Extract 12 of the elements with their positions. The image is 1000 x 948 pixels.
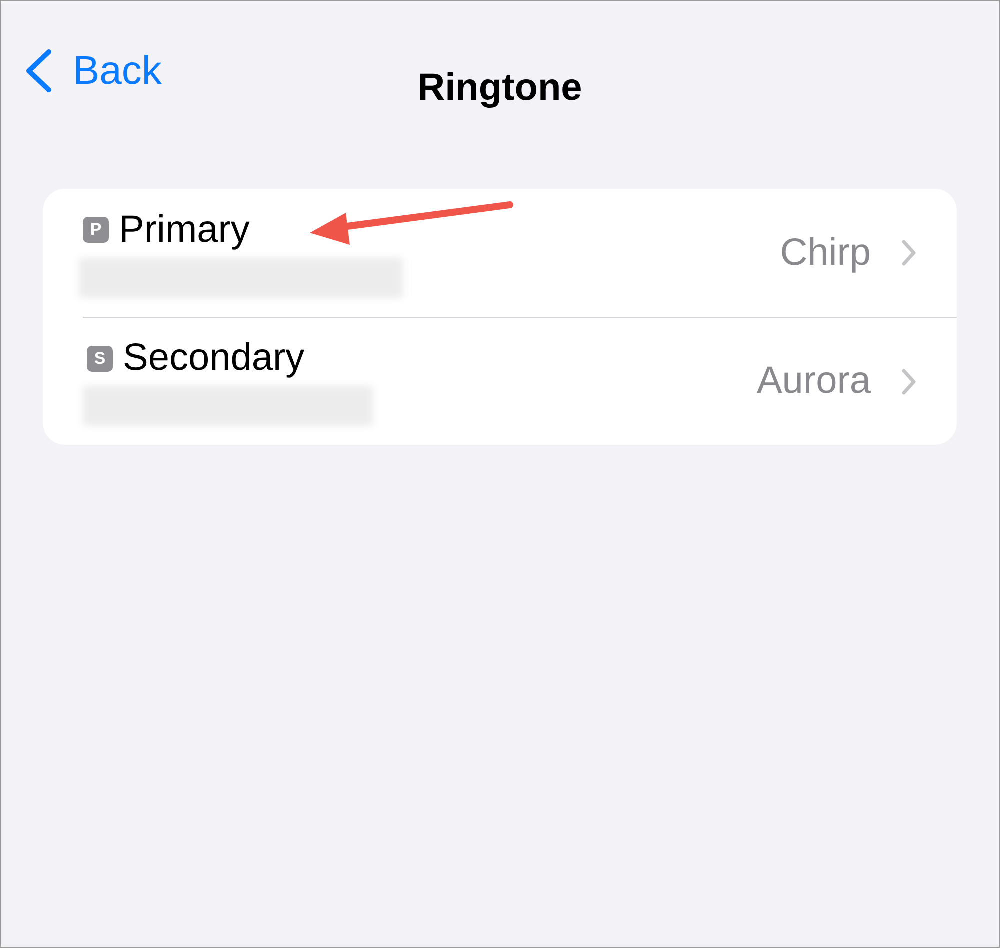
ringtone-row[interactable]: P Primary Chirp	[43, 189, 957, 317]
ringtone-value: Chirp	[780, 232, 871, 274]
chevron-icon	[901, 368, 917, 396]
back-button[interactable]: Back	[23, 48, 162, 94]
line-name: Secondary	[123, 337, 305, 380]
line-badge: P	[83, 217, 109, 243]
ringtone-value: Aurora	[756, 360, 871, 403]
page-title: Ringtone	[418, 67, 582, 110]
line-name: Primary	[119, 208, 250, 252]
ringtone-row[interactable]: S Secondary Aurora	[83, 317, 957, 445]
chevron-icon	[901, 239, 917, 267]
line-badge: S	[87, 346, 113, 372]
